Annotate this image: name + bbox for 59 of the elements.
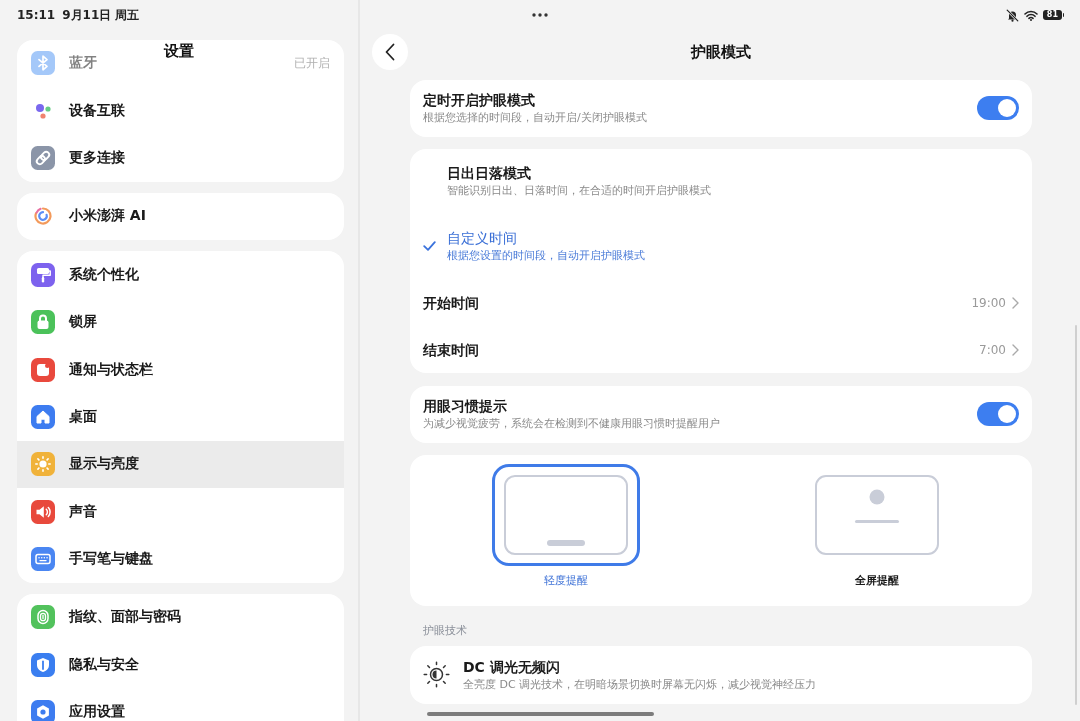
sidebar-item[interactable]: 设备互联	[17, 86, 344, 135]
sidebar-item[interactable]: 系统个性化	[17, 251, 344, 299]
setting-description: 智能识别日出、日落时间，在合适的时间开启护眼模式	[447, 183, 711, 198]
chevron-left-icon	[385, 43, 395, 61]
battery-indicator: 81	[1042, 10, 1062, 20]
sidebar-item[interactable]: 更多连接	[17, 134, 344, 182]
sidebar-item[interactable]: 隐私与安全	[17, 641, 344, 689]
reminder-style-option[interactable]: 轻度提醒	[491, 464, 640, 588]
link-icon	[31, 145, 55, 170]
check-icon	[423, 240, 436, 251]
scrollbar[interactable]	[1075, 325, 1077, 705]
lock-icon	[31, 310, 55, 335]
setting-title: 用眼习惯提示	[423, 397, 507, 416]
setting-description: 全亮度 DC 调光技术，在明暗场景切换时屏幕无闪烁，减少视觉神经压力	[463, 677, 817, 692]
setting-title: 定时开启护眼模式	[423, 91, 535, 110]
reminder-style-option[interactable]: 全屏提醒	[802, 464, 951, 588]
sidebar-item[interactable]: 通知与状态栏	[17, 345, 344, 394]
setting-description: 为减少视觉疲劳，系统会在检测到不健康用眼习惯时提醒用户	[423, 416, 720, 431]
sidebar-item[interactable]: 桌面	[17, 393, 344, 441]
back-button[interactable]	[372, 34, 408, 70]
sidebar-item[interactable]: 指纹、面部与密码	[17, 593, 344, 642]
keyboard-icon	[31, 547, 55, 572]
page-title: 护眼模式	[691, 42, 751, 63]
setting-label: 结束时间	[423, 340, 479, 360]
setting-title: DC 调光无频闪	[463, 658, 560, 677]
setting-description: 根据您选择的时间段，自动开启/关闭护眼模式	[423, 110, 647, 125]
sidebar-item[interactable]: 声音	[17, 488, 344, 536]
toggle-switch[interactable]	[977, 95, 1019, 120]
status-date: 9月11日 周五	[62, 7, 140, 23]
chevron-right-icon	[1012, 296, 1019, 309]
sidebar-item[interactable]: 应用设置	[17, 688, 344, 721]
contrast-sun-icon	[423, 661, 450, 688]
home-icon	[31, 404, 55, 429]
sun-icon	[31, 452, 55, 477]
notification-icon	[31, 357, 55, 382]
mode-option[interactable]: 自定义时间	[447, 228, 517, 248]
section-label: 护眼技术	[423, 624, 467, 638]
colored-dots-icon	[35, 102, 51, 119]
speaker-icon	[31, 499, 55, 524]
sidebar-item[interactable]: 手写笔与键盘	[17, 535, 344, 583]
dots-icon[interactable]	[532, 13, 548, 17]
sidebar-item[interactable]: 显示与亮度	[17, 440, 344, 488]
fingerprint-icon	[31, 605, 55, 630]
status-value: 已开启	[294, 54, 330, 72]
toggle-switch[interactable]	[977, 401, 1019, 426]
swirl-icon	[34, 207, 52, 226]
paint-roller-icon	[31, 262, 55, 287]
setting-label: 开始时间	[423, 293, 479, 313]
wifi-icon	[1023, 9, 1038, 21]
mode-option[interactable]: 日出日落模式	[447, 163, 531, 183]
shield-icon	[31, 652, 55, 677]
status-time: 15:11	[17, 7, 56, 23]
sidebar-item[interactable]: 小米澎湃 AI	[17, 192, 344, 241]
setting-description: 根据您设置的时间段，自动开启护眼模式	[447, 248, 645, 263]
bluetooth-icon	[31, 51, 55, 76]
sidebar-title: 设置	[164, 41, 194, 62]
sidebar-item[interactable]: 锁屏	[17, 298, 344, 346]
bell-slash-icon	[1005, 8, 1019, 22]
chevron-right-icon	[1012, 343, 1019, 356]
